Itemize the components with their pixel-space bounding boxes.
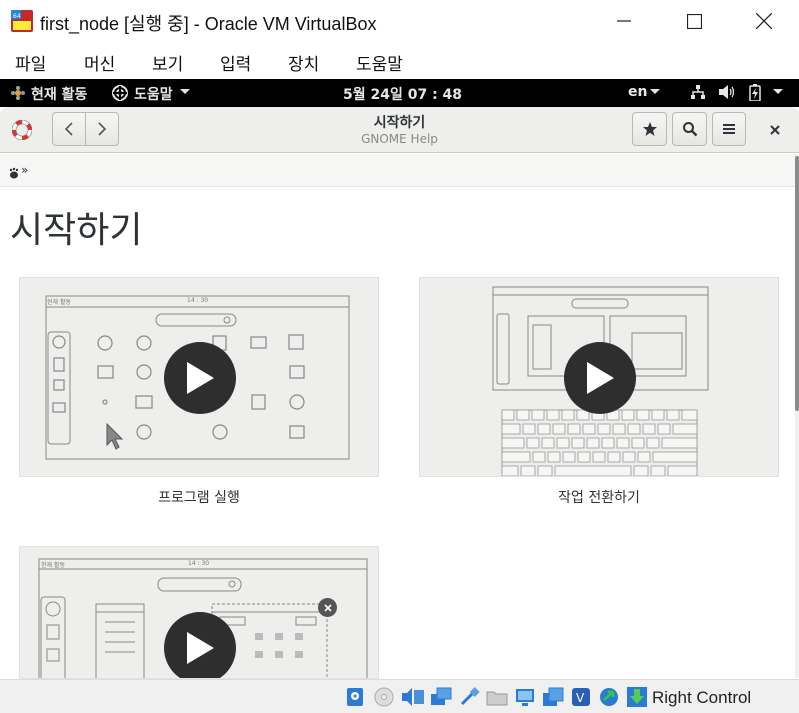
- menu-bar: 파일 머신 보기 입력 장치 도움말: [0, 42, 799, 79]
- input-language[interactable]: en: [628, 84, 647, 100]
- svg-text:V: V: [576, 691, 585, 705]
- menu-file[interactable]: 파일: [15, 50, 46, 75]
- help-header-bar: 시작하기 GNOME Help: [0, 107, 799, 153]
- close-button[interactable]: [729, 0, 799, 42]
- activities-button[interactable]: 현재 활동: [31, 84, 87, 104]
- display-icon[interactable]: [514, 686, 536, 708]
- vbox-status-bar: V Right Control: [0, 679, 799, 713]
- window-title: first_node [실행 중] - Oracle VM VirtualBox: [40, 14, 377, 34]
- optical-drive-icon[interactable]: [373, 686, 395, 708]
- scrollbar-thumb[interactable]: [795, 156, 799, 411]
- play-icon: [187, 362, 214, 394]
- hard-disk-icon[interactable]: [344, 686, 366, 708]
- video-capture-icon[interactable]: [542, 686, 564, 708]
- play-icon: [187, 632, 214, 664]
- chevron-down-icon[interactable]: [650, 85, 660, 103]
- play-button[interactable]: [164, 342, 236, 414]
- chevron-down-icon[interactable]: [773, 85, 783, 103]
- video-launching-apps[interactable]: 현재 활동 14 : 30: [19, 277, 379, 477]
- video-switching-tasks[interactable]: [419, 277, 779, 477]
- app-menu-button[interactable]: 도움말: [134, 84, 173, 104]
- mouse-cursor-icon: [106, 422, 124, 455]
- svg-text:64: 64: [13, 13, 21, 20]
- maximize-icon: [686, 13, 702, 29]
- hamburger-icon: [723, 124, 735, 134]
- menu-button[interactable]: [712, 112, 746, 146]
- help-close-button[interactable]: [766, 121, 784, 139]
- thumb-clock: 14 : 30: [188, 560, 210, 567]
- breadcrumb-separator: »: [21, 163, 29, 177]
- network-adapter-icon[interactable]: [430, 686, 452, 708]
- thumb-activities: 현재 활동: [41, 562, 65, 569]
- usb-icon[interactable]: [458, 686, 480, 708]
- clock[interactable]: 5월 24일 07 : 48: [343, 84, 462, 104]
- chevron-down-icon[interactable]: [180, 85, 190, 103]
- gnome-top-bar: 현재 활동 도움말 5월 24일 07 : 48 en: [0, 79, 799, 107]
- play-button[interactable]: [164, 612, 236, 678]
- audio-icon[interactable]: [401, 686, 424, 708]
- volume-icon[interactable]: [718, 84, 736, 104]
- vt-x-icon[interactable]: V: [570, 686, 592, 708]
- help-app-icon: [112, 85, 128, 105]
- window-title-bar: 64 first_node [실행 중] - Oracle VM Virtual…: [0, 0, 799, 42]
- virtualbox-vm-icon: 64: [10, 9, 34, 33]
- activities-icon: [10, 85, 26, 105]
- mouse-integration-icon[interactable]: [598, 686, 620, 708]
- close-icon: [770, 125, 780, 135]
- menu-view[interactable]: 보기: [152, 50, 183, 75]
- play-icon: [587, 362, 614, 394]
- thumb-activities: 현재 활동: [47, 299, 71, 306]
- minimize-button[interactable]: [589, 0, 659, 42]
- menu-devices[interactable]: 장치: [288, 50, 319, 75]
- maximize-button[interactable]: [659, 0, 729, 42]
- host-key-label: Right Control: [652, 688, 752, 707]
- video-label[interactable]: 프로그램 실행: [19, 487, 379, 507]
- play-button[interactable]: [564, 342, 636, 414]
- gnome-foot-icon[interactable]: [8, 164, 20, 183]
- keyboard-capture-icon[interactable]: [626, 686, 648, 708]
- menu-input[interactable]: 입력: [220, 50, 251, 75]
- page-title: 시작하기: [10, 210, 143, 251]
- scrollbar[interactable]: [795, 154, 799, 678]
- bookmark-button[interactable]: [632, 112, 667, 146]
- menu-machine[interactable]: 머신: [84, 50, 115, 75]
- video-label[interactable]: 작업 전환하기: [419, 487, 779, 507]
- keyboard-keys: [501, 409, 698, 476]
- close-icon: [756, 13, 772, 29]
- menu-help[interactable]: 도움말: [356, 50, 403, 75]
- thumb-clock: 14 : 30: [187, 297, 209, 304]
- video-window-management[interactable]: 현재 활동 14 : 30: [19, 546, 379, 679]
- close-icon: [318, 598, 337, 617]
- search-button[interactable]: [672, 112, 707, 146]
- minimize-icon: [617, 20, 631, 22]
- star-icon: [642, 122, 657, 136]
- search-icon: [682, 122, 697, 137]
- battery-icon[interactable]: [749, 84, 761, 105]
- network-icon[interactable]: [690, 84, 706, 104]
- shared-folder-icon[interactable]: [486, 686, 508, 708]
- breadcrumb: »: [0, 154, 795, 187]
